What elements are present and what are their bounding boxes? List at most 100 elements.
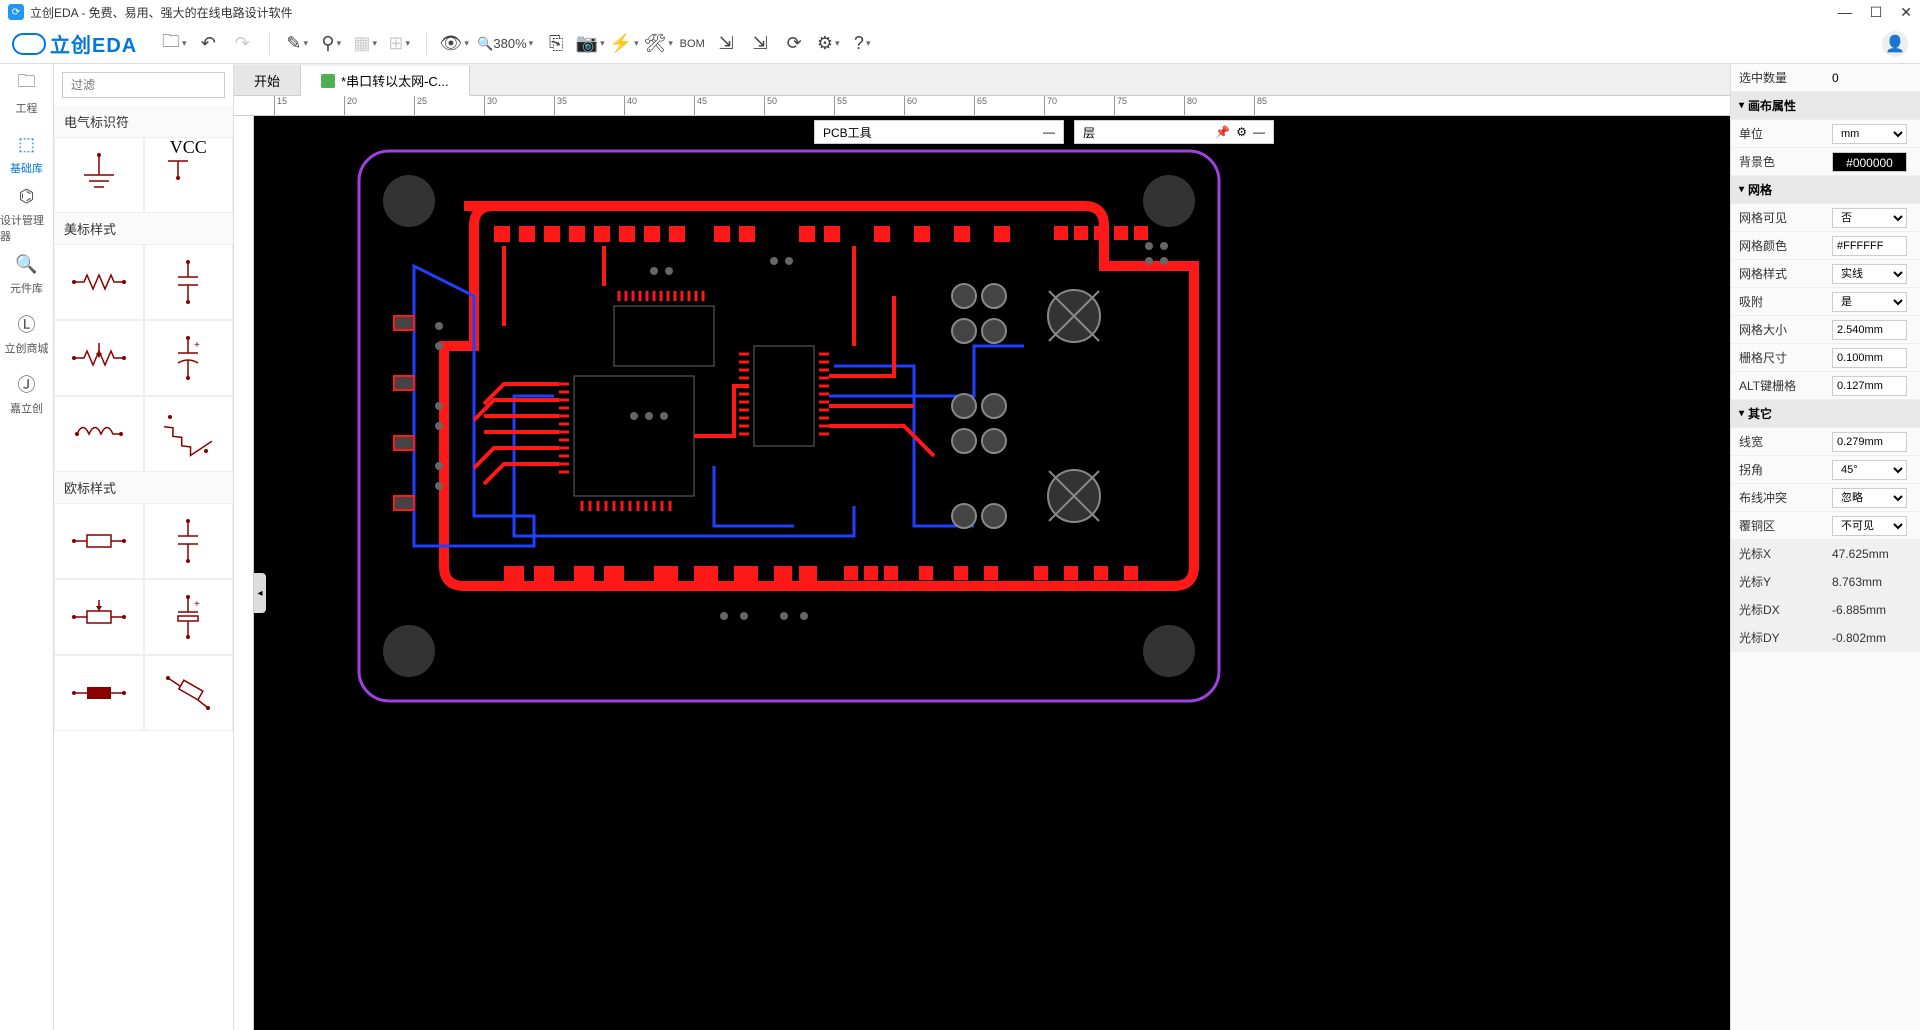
place-button[interactable]: ⚲▾	[316, 29, 346, 59]
unit-select[interactable]: mm	[1832, 124, 1907, 144]
camera-button[interactable]: 📷▾	[575, 29, 605, 59]
maximize-button[interactable]: ☐	[1870, 4, 1883, 21]
cursor-dx: -6.885mm	[1832, 603, 1912, 617]
distribute-button[interactable]: ⊞▾	[384, 29, 414, 59]
collapse-handle[interactable]: ◂	[254, 573, 266, 613]
symbol-resistor-var-us[interactable]	[54, 320, 144, 396]
section-other[interactable]: ▾其它	[1731, 400, 1920, 428]
undo-button[interactable]: ↶	[193, 29, 223, 59]
pcb-tools-bar[interactable]: PCB工具 —	[814, 120, 1064, 144]
minimize-button[interactable]: —	[1838, 4, 1852, 21]
rail-library[interactable]: 🔍元件库	[0, 244, 53, 304]
lcsc-icon: Ⓛ	[15, 312, 39, 336]
avatar[interactable]: 👤	[1882, 31, 1908, 57]
grid-color-input[interactable]	[1832, 236, 1907, 256]
logo[interactable]: 立创EDA	[12, 29, 137, 58]
route-conflict-select[interactable]: 忽略	[1832, 488, 1907, 508]
align-button[interactable]: ▦▾	[350, 29, 380, 59]
close-button[interactable]: ✕	[1900, 4, 1912, 21]
minimize-icon[interactable]: —	[1043, 125, 1055, 139]
redo-button[interactable]: ↷	[227, 29, 257, 59]
filter-input[interactable]	[62, 72, 225, 98]
cursor-dy: -0.802mm	[1832, 631, 1912, 645]
left-rail: 🗀工程 ⬚基础库 ⌬设计管理器 🔍元件库 Ⓛ立创商城 Ⓙ嘉立创	[0, 64, 54, 1030]
jlc-icon: Ⓙ	[15, 372, 39, 396]
rail-design-manager[interactable]: ⌬设计管理器	[0, 184, 53, 244]
cursor-x: 47.625mm	[1832, 547, 1912, 561]
gear-icon[interactable]: ⚙	[1236, 125, 1247, 139]
tab-start[interactable]: 开始	[234, 65, 301, 95]
minimize-icon[interactable]: —	[1253, 125, 1265, 139]
grid-size-input[interactable]	[1832, 320, 1907, 340]
file-menu-button[interactable]: 🗀▾	[159, 29, 189, 59]
grid-style-select[interactable]: 实线	[1832, 264, 1907, 284]
folder-icon: 🗀	[15, 72, 39, 96]
help-button[interactable]: ?▾	[847, 29, 877, 59]
ruler-horizontal: 152025303540455055606570758085	[234, 96, 1730, 116]
properties-panel: 选中数量 0 ▾画布属性 单位mm 背景色#000000 ▾网格 网格可见否 网…	[1730, 64, 1920, 1030]
share-button[interactable]: ⇲	[745, 29, 775, 59]
symbol-resistor-diag-us[interactable]	[144, 396, 234, 472]
window-controls: — ☐ ✕	[1838, 4, 1912, 21]
copper-zone-select[interactable]: 不可见	[1832, 516, 1907, 536]
symbol-inductor-us[interactable]	[54, 396, 144, 472]
rail-project[interactable]: 🗀工程	[0, 64, 53, 124]
rail-lcsc[interactable]: Ⓛ立创商城	[0, 304, 53, 364]
section-electrical: 电气标识符	[54, 106, 233, 137]
app-icon: ⟳	[8, 4, 24, 20]
svg-text:+: +	[194, 340, 200, 351]
library-panel: 电气标识符 VCC 美标样式 + 欧标样式 +	[54, 64, 234, 1030]
titlebar: ⟳ 立创EDA - 免费、易用、强大的在线电路设计软件 — ☐ ✕	[0, 0, 1920, 24]
rail-basiclib[interactable]: ⬚基础库	[0, 124, 53, 184]
svg-text:+: +	[194, 599, 200, 610]
editor-tabs: 开始 *串口转以太网-C...	[234, 64, 1730, 96]
section-eu: 欧标样式	[54, 472, 233, 503]
bgcolor-field[interactable]: #000000	[1832, 152, 1907, 172]
canvas-area: 开始 *串口转以太网-C... 152025303540455055606570…	[234, 64, 1730, 1030]
alt-grid-input[interactable]	[1832, 376, 1907, 396]
import-button[interactable]: ⎘	[541, 29, 571, 59]
symbol-capacitor-us[interactable]	[144, 244, 234, 320]
line-width-input[interactable]	[1832, 432, 1907, 452]
view-button[interactable]: 👁▾	[439, 29, 469, 59]
section-canvas[interactable]: ▾画布属性	[1731, 92, 1920, 120]
symbol-resistor-diag-eu[interactable]	[144, 655, 234, 731]
symbol-resistor-us[interactable]	[54, 244, 144, 320]
symbol-resistor-var-eu[interactable]	[54, 579, 144, 655]
symbol-gnd[interactable]	[54, 137, 144, 213]
cursor-y: 8.763mm	[1832, 575, 1912, 589]
route-button[interactable]: ⚡▾	[609, 29, 639, 59]
symbol-capacitor-pol-eu[interactable]: +	[144, 579, 234, 655]
rail-jlc[interactable]: Ⓙ嘉立创	[0, 364, 53, 424]
pin-icon[interactable]: 📌	[1215, 125, 1230, 139]
symbol-capacitor-pol-us[interactable]: +	[144, 320, 234, 396]
snap-select[interactable]: 是	[1832, 292, 1907, 312]
grid-ruler-input[interactable]	[1832, 348, 1907, 368]
symbol-vcc[interactable]: VCC	[144, 137, 234, 213]
logo-cloud-icon	[12, 33, 46, 55]
bom-button[interactable]: BOM	[677, 29, 707, 59]
symbol-resistor-fill-eu[interactable]	[54, 655, 144, 731]
ruler-vertical	[234, 116, 254, 1030]
symbol-capacitor-eu[interactable]	[144, 503, 234, 579]
pcb-board	[354, 146, 1224, 706]
chip-icon: ⬚	[15, 132, 39, 156]
main-toolbar: 立创EDA 🗀▾ ↶ ↷ ✎▾ ⚲▾ ▦▾ ⊞▾ 👁▾ 🔍 380%▾ ⎘ 📷▾…	[0, 24, 1920, 64]
refresh-button[interactable]: ⟳	[779, 29, 809, 59]
search-icon: 🔍	[15, 252, 39, 276]
layer-bar[interactable]: 层 📌 ⚙ —	[1074, 120, 1274, 144]
section-grid[interactable]: ▾网格	[1731, 176, 1920, 204]
tools-button[interactable]: 🛠▾	[643, 29, 673, 59]
grid-visible-select[interactable]: 否	[1832, 208, 1907, 228]
pcb-canvas[interactable]: ◂ PCB工具 — 层 📌 ⚙ —	[254, 116, 1730, 1030]
logo-text: 立创EDA	[50, 29, 137, 58]
settings-button[interactable]: ⚙▾	[813, 29, 843, 59]
symbol-resistor-eu[interactable]	[54, 503, 144, 579]
tab-file[interactable]: *串口转以太网-C...	[301, 66, 470, 96]
tree-icon: ⌬	[15, 184, 39, 208]
selected-count-row: 选中数量 0	[1731, 64, 1920, 92]
corner-select[interactable]: 45°	[1832, 460, 1907, 480]
export-button[interactable]: ⇲	[711, 29, 741, 59]
edit-button[interactable]: ✎▾	[282, 29, 312, 59]
zoom-control[interactable]: 🔍 380%▾	[473, 29, 537, 59]
